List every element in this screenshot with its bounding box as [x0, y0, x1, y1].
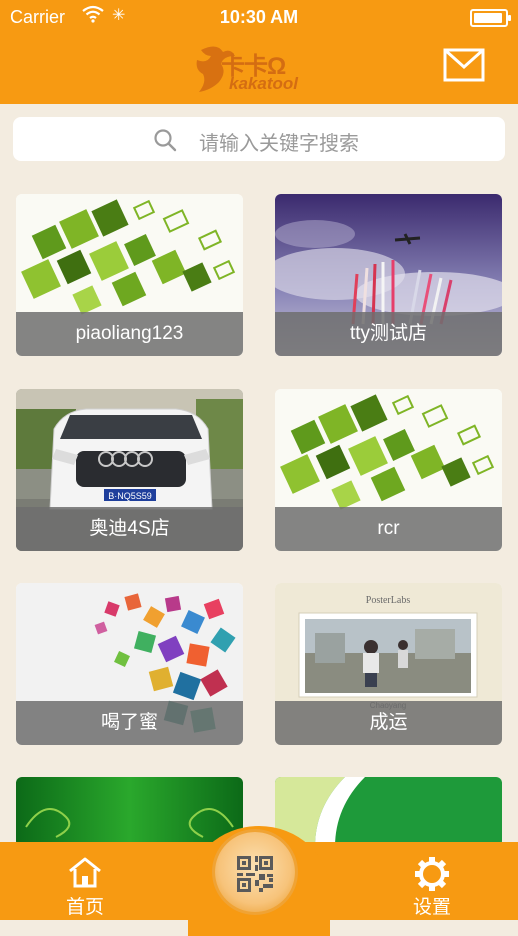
- store-thumbnail: [275, 777, 502, 847]
- store-name: 喝了蜜: [16, 701, 243, 745]
- qr-code-icon: [237, 856, 273, 897]
- store-name: 成运: [275, 701, 502, 745]
- logo-text-en: kakatool: [229, 74, 298, 93]
- store-card[interactable]: 喝了蜜: [16, 583, 243, 745]
- battery-icon: [470, 9, 511, 27]
- kakatool-logo: 卡卡Ω kakatool: [193, 42, 318, 98]
- store-name: tty测试店: [275, 312, 502, 356]
- clock: 10:30 AM: [219, 7, 299, 27]
- store-name: 奥迪4S店: [16, 507, 243, 551]
- store-card[interactable]: piaoliang123: [16, 194, 243, 356]
- tab-home-label: 首页: [65, 897, 104, 918]
- store-card[interactable]: [16, 777, 243, 847]
- store-card[interactable]: tty测试店: [275, 194, 502, 356]
- status-bar: Carrier ✳ 10:30 AM: [0, 5, 518, 28]
- svg-text:PosterLabs: PosterLabs: [366, 595, 411, 606]
- tab-home[interactable]: 首页: [45, 842, 125, 920]
- store-card[interactable]: [275, 777, 502, 847]
- qr-scan-button[interactable]: [215, 832, 295, 912]
- store-name: piaoliang123: [16, 312, 243, 356]
- store-card[interactable]: PosterLabs Chaoyang 成运: [275, 583, 502, 745]
- search-input[interactable]: 请输入关键字搜索: [13, 117, 505, 161]
- home-icon: [67, 856, 103, 894]
- store-card[interactable]: rcr: [275, 389, 502, 551]
- search-placeholder: 请输入关键字搜索: [199, 133, 359, 155]
- store-name: rcr: [275, 507, 502, 551]
- store-card[interactable]: B·NQ5S59 奥迪4S店: [16, 389, 243, 551]
- tab-settings[interactable]: 设置: [392, 842, 472, 920]
- tab-settings-label: 设置: [412, 897, 451, 918]
- store-thumbnail: [16, 777, 243, 847]
- svg-text:B·NQ5S59: B·NQ5S59: [108, 491, 152, 501]
- mail-icon[interactable]: [443, 48, 485, 82]
- search-icon: [153, 128, 177, 157]
